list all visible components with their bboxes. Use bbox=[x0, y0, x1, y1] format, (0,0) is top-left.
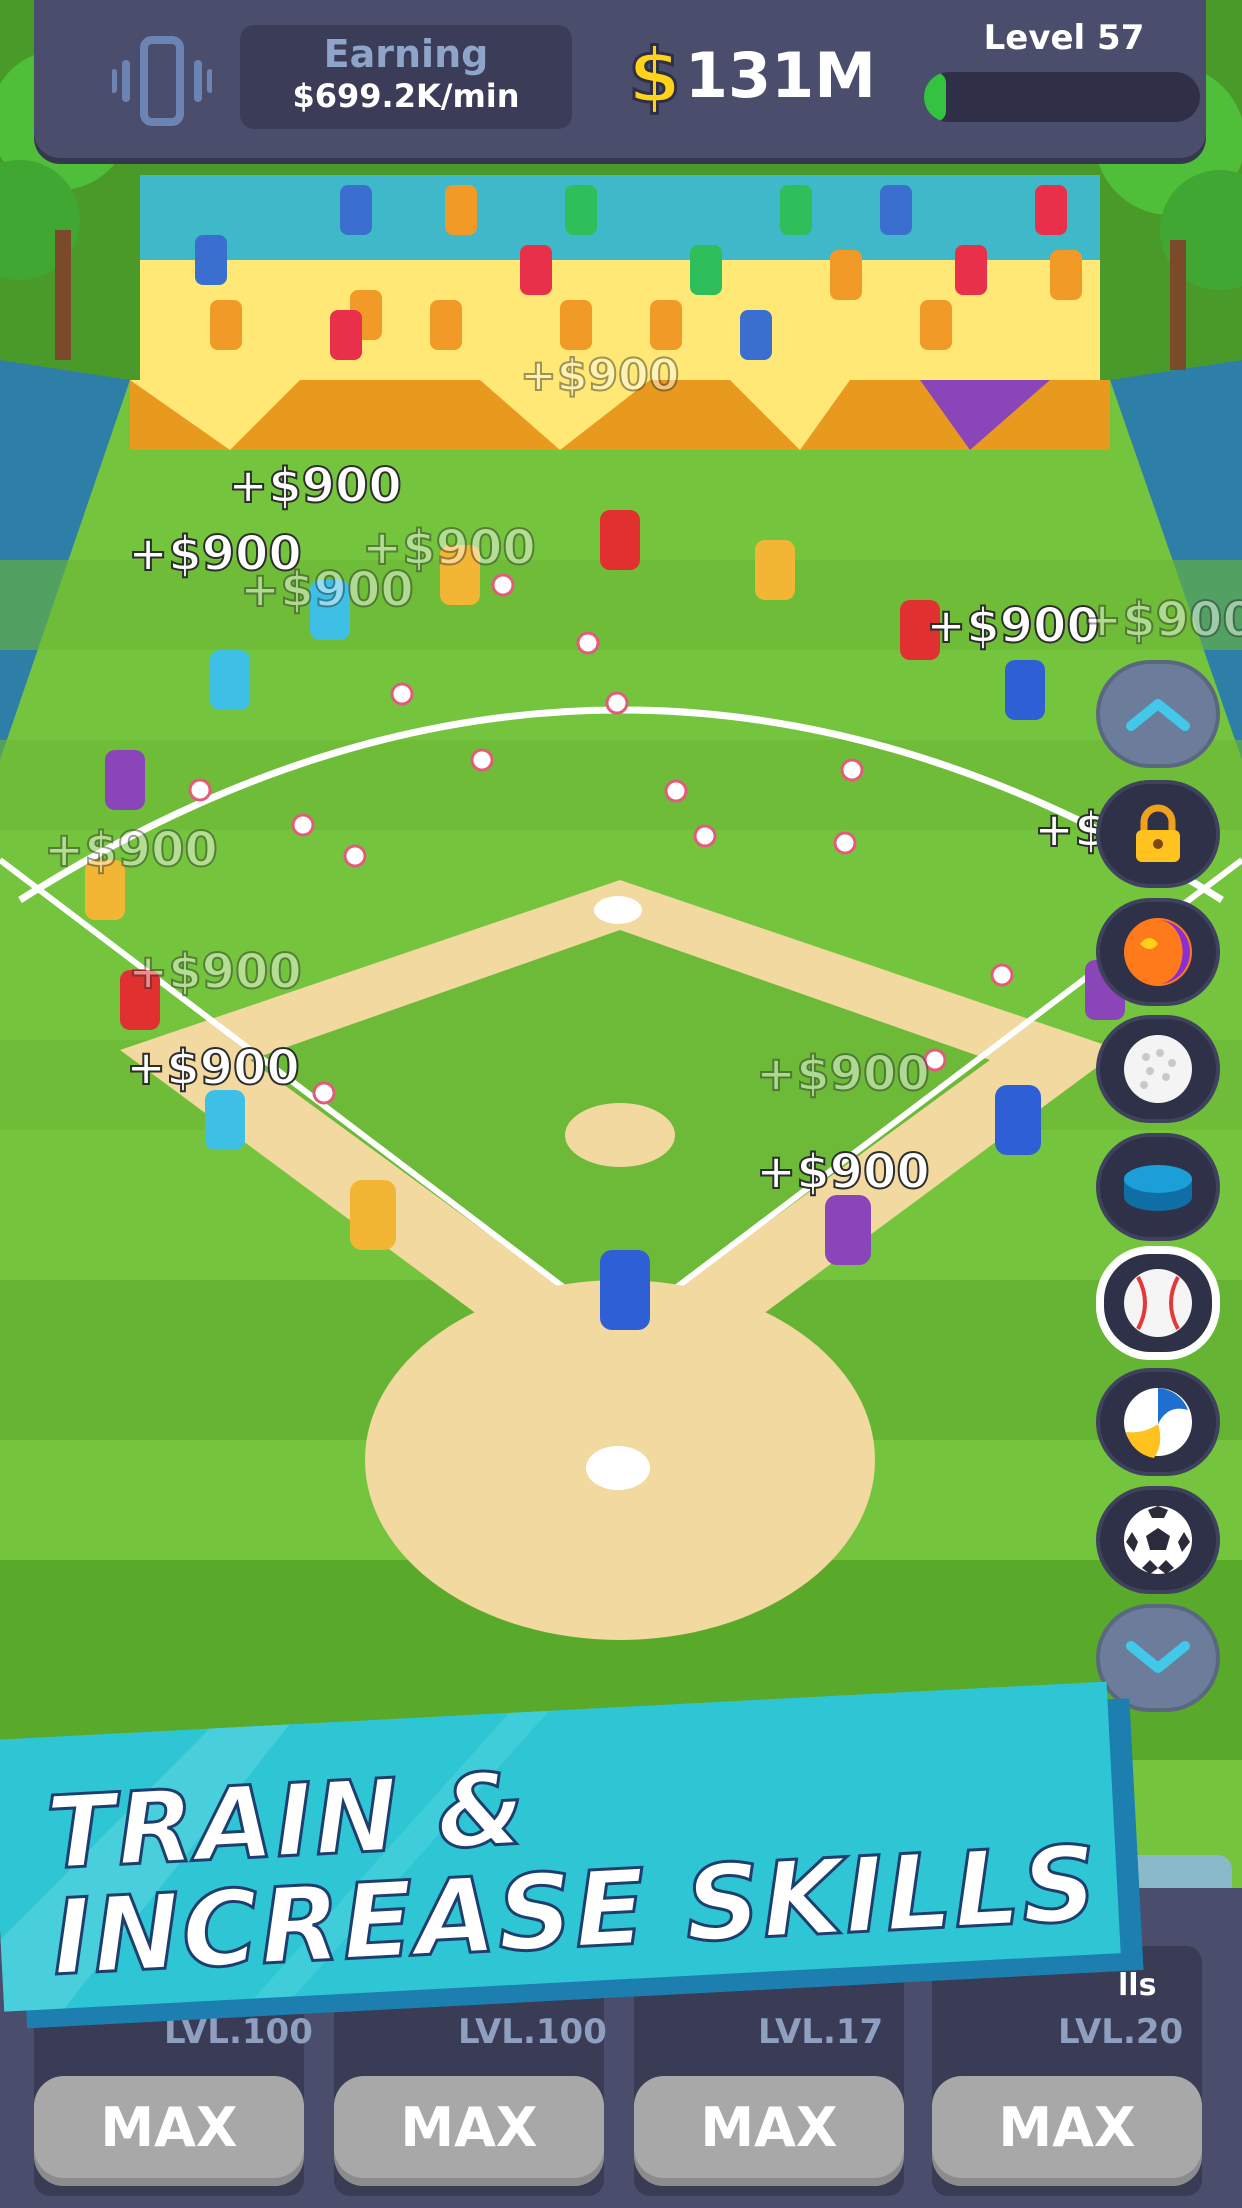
promo-banner: TRAIN & INCREASE SKILLS bbox=[0, 1680, 1144, 2029]
card-level: LVL.20 bbox=[1058, 2012, 1184, 2052]
card-name: lls bbox=[1118, 1968, 1157, 2003]
chevron-up-icon bbox=[1126, 699, 1190, 731]
card-level: LVL.17 bbox=[758, 2012, 884, 2052]
reward-popup: +$900 bbox=[239, 561, 415, 619]
sport-baseball-button[interactable] bbox=[1096, 1246, 1220, 1360]
reward-popup: +$900 bbox=[519, 349, 680, 402]
reward-popup: +$900 bbox=[925, 597, 1101, 655]
flame-ball-icon bbox=[1124, 918, 1192, 986]
max-button[interactable]: MAX bbox=[932, 2076, 1202, 2186]
golf-ball-icon bbox=[1124, 1035, 1192, 1103]
hockey-puck-icon bbox=[1124, 1165, 1192, 1211]
reward-popup: +$900 bbox=[127, 943, 303, 1001]
sport-golf-button[interactable] bbox=[1096, 1015, 1220, 1123]
soccer-ball-icon bbox=[1124, 1506, 1192, 1574]
upgrade-card: lls LVL.20 MAX bbox=[932, 1946, 1202, 2196]
earning-rate: $699.2K/min bbox=[292, 77, 520, 115]
vibration-toggle-icon[interactable] bbox=[112, 36, 212, 126]
earning-label: Earning bbox=[323, 32, 489, 76]
reward-popup: +$900 bbox=[1081, 591, 1242, 649]
level-progress-fill bbox=[924, 72, 947, 122]
dollar-icon: $ bbox=[627, 29, 683, 121]
reward-popup: +$900 bbox=[755, 1143, 931, 1201]
reward-popup: +$900 bbox=[125, 1039, 301, 1097]
locked-sport-button[interactable] bbox=[1096, 780, 1220, 888]
max-button[interactable]: MAX bbox=[334, 2076, 604, 2186]
sport-flame-ball-button[interactable] bbox=[1096, 898, 1220, 1006]
reward-popup: +$900 bbox=[755, 1045, 931, 1103]
earning-panel: Earning $699.2K/min bbox=[240, 25, 572, 129]
max-button[interactable]: MAX bbox=[34, 2076, 304, 2186]
level-label: Level 57 bbox=[983, 18, 1145, 58]
chevron-down-icon bbox=[1126, 1641, 1190, 1673]
money-display: $ 131M bbox=[627, 29, 877, 121]
lock-icon bbox=[1136, 804, 1180, 862]
sport-volleyball-button[interactable] bbox=[1096, 1368, 1220, 1476]
level-progress-bar bbox=[924, 72, 1200, 122]
top-hud: Earning $699.2K/min $ 131M Level 57 bbox=[34, 0, 1206, 158]
card-level: LVL.100 bbox=[458, 2012, 607, 2052]
volleyball-icon bbox=[1124, 1388, 1192, 1458]
sport-hockey-button[interactable] bbox=[1096, 1133, 1220, 1241]
money-value: 131M bbox=[684, 38, 877, 112]
reward-popup: +$900 bbox=[43, 821, 219, 879]
scroll-up-button[interactable] bbox=[1096, 660, 1220, 768]
baseball-icon bbox=[1124, 1269, 1192, 1337]
sport-soccer-button[interactable] bbox=[1096, 1486, 1220, 1594]
reward-popup: +$900 bbox=[227, 457, 403, 515]
max-button[interactable]: MAX bbox=[634, 2076, 904, 2186]
